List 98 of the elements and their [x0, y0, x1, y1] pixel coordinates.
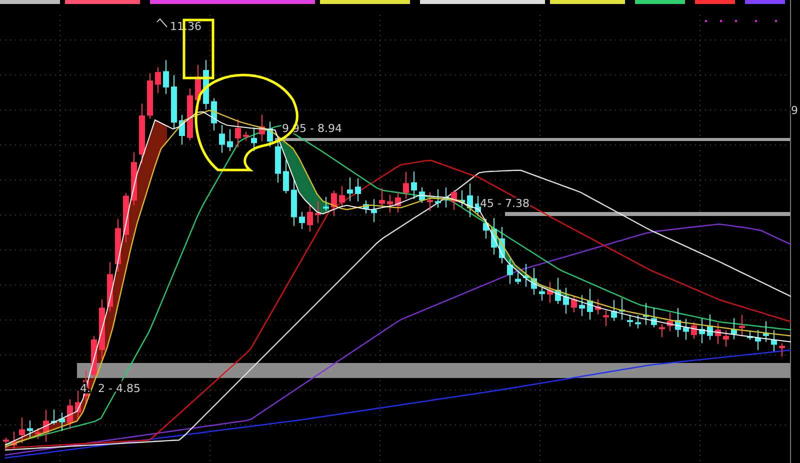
- candlestick: [635, 314, 641, 329]
- candlestick: [19, 417, 25, 444]
- candlestick: [459, 190, 465, 207]
- candlestick: [59, 412, 65, 432]
- candlestick: [643, 302, 649, 326]
- candlestick: [683, 318, 689, 340]
- candlestick: [523, 263, 529, 288]
- candlestick: [691, 322, 697, 340]
- candlestick: [411, 171, 417, 200]
- candlestick: [155, 66, 161, 94]
- candlestick: [171, 74, 177, 130]
- candlestick: [699, 318, 705, 344]
- candlestick: [779, 342, 785, 358]
- candlestick: [555, 277, 561, 305]
- candlestick: [755, 330, 761, 351]
- candlestick: [451, 190, 457, 210]
- candlestick: [395, 191, 401, 214]
- candlestick: [563, 287, 569, 314]
- candlestick: [35, 428, 41, 440]
- candlestick: [339, 186, 345, 208]
- candlestick: [539, 287, 545, 302]
- candlestick: [147, 72, 153, 120]
- candlestick: [707, 314, 713, 340]
- candlestick: [723, 330, 729, 348]
- candlestick: [419, 186, 425, 204]
- candlestick: [595, 298, 601, 315]
- candlestick: [619, 298, 625, 320]
- candlestick: [299, 211, 305, 230]
- candlestick: [243, 131, 249, 142]
- candlestick: [667, 312, 673, 332]
- candlestick: [107, 262, 113, 312]
- candlestick: [531, 267, 537, 296]
- candlestick: [547, 281, 553, 304]
- candlestick: [115, 218, 121, 272]
- candlestick: [291, 178, 297, 226]
- candlestick: [467, 182, 473, 218]
- candlestick: [99, 298, 105, 360]
- candlestick: [51, 408, 57, 426]
- candlestick: [659, 324, 665, 338]
- candlestick: [11, 431, 17, 450]
- candlestick: [75, 390, 81, 420]
- candlestick: [371, 198, 377, 223]
- candlestick: [499, 226, 505, 264]
- candlestick: [515, 272, 521, 285]
- candlestick: [259, 114, 265, 142]
- candlestick: [307, 204, 313, 232]
- candlestick: [379, 188, 385, 208]
- candlestick: [443, 187, 449, 208]
- price-label: 45 - 7.38: [480, 197, 530, 210]
- candlestick: [227, 128, 233, 152]
- candlestick: [3, 437, 9, 450]
- candlestick: [747, 330, 753, 340]
- candlestick: [203, 59, 209, 110]
- candlestick: [331, 190, 337, 217]
- candlestick: [611, 299, 617, 322]
- candlestick: [347, 177, 353, 202]
- candlestick: [323, 196, 329, 212]
- candlestick: [163, 60, 169, 94]
- candlestick: [739, 314, 745, 338]
- candlestick: [579, 294, 585, 317]
- candlestick: [363, 200, 369, 214]
- candlestick: [315, 200, 321, 224]
- candlestick: [283, 159, 289, 194]
- candlestick: [43, 409, 49, 442]
- candlestick: [771, 330, 777, 352]
- candlestick: [187, 88, 193, 141]
- candlestick: [131, 152, 137, 206]
- candlestick: [675, 308, 681, 338]
- candlestick: [435, 188, 441, 208]
- candlestick: [27, 420, 33, 439]
- candlestick: [403, 171, 409, 200]
- candlestick: [387, 194, 393, 214]
- candlestick: [211, 98, 217, 131]
- candlestick: [627, 314, 633, 328]
- candlestick: [235, 118, 241, 148]
- candlestick: [587, 288, 593, 320]
- candlestick: [251, 127, 257, 152]
- candlestick: [715, 322, 721, 345]
- candlestick: [731, 318, 737, 340]
- candlestick: [139, 103, 145, 164]
- candlestick: [275, 140, 281, 184]
- candlestick: [507, 258, 513, 284]
- candlestick: [219, 124, 225, 154]
- candlestick: [179, 114, 185, 146]
- candlestick: [651, 308, 657, 328]
- leader-line: [156, 18, 168, 28]
- candlestick: [571, 296, 577, 313]
- candlestick: [91, 335, 97, 379]
- candlestick: [475, 195, 481, 216]
- candlestick: [427, 192, 433, 212]
- candlestick: [355, 178, 361, 202]
- candlestick: [267, 121, 273, 148]
- candlestick: [491, 218, 497, 256]
- candlestick: [483, 218, 489, 240]
- axis-label: 9: [791, 104, 798, 117]
- candlestick: [67, 398, 73, 430]
- candlestick: [603, 310, 609, 327]
- candlestick: [763, 320, 769, 342]
